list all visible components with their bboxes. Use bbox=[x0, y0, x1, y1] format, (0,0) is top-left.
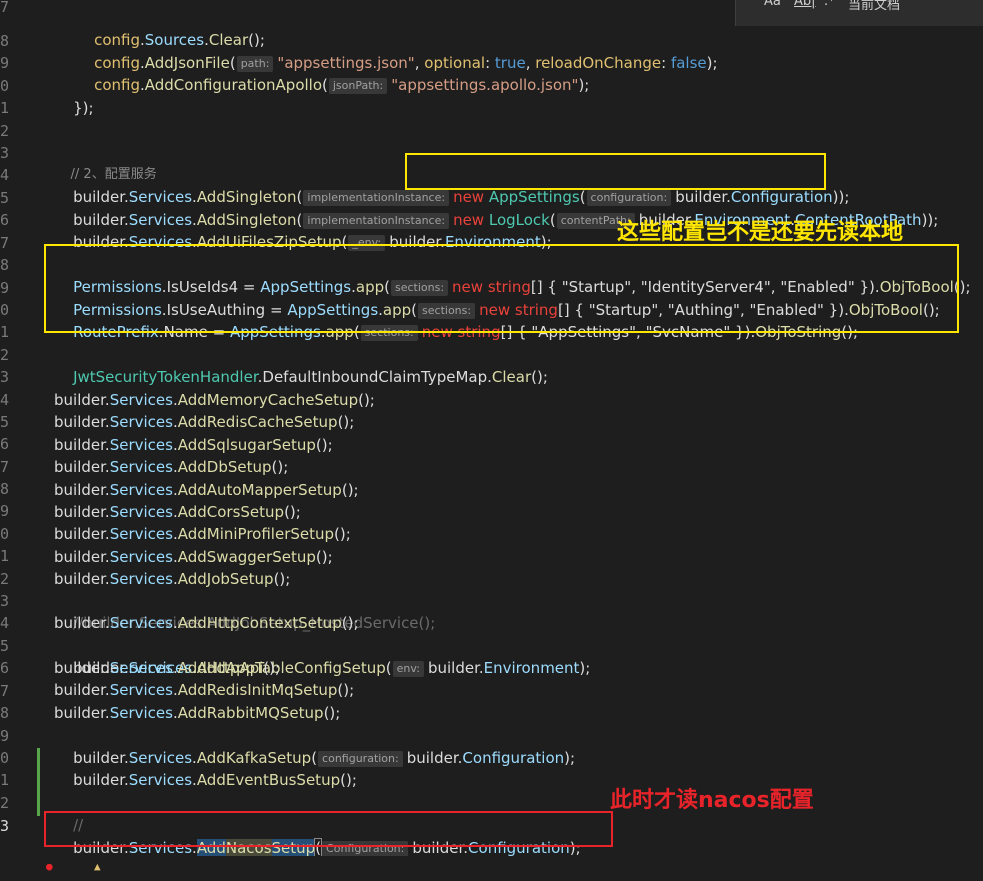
parameter-hint: jsonPath: bbox=[328, 78, 388, 94]
regex-toggle[interactable]: .* bbox=[824, 0, 835, 9]
warning-icon: ▲ bbox=[94, 860, 101, 873]
code-line: builder.Services.AddRedisInitMqSetup(); bbox=[54, 681, 355, 700]
line-number: 3 bbox=[0, 144, 10, 162]
code-line: JwtSecurityTokenHandler.DefaultInboundCl… bbox=[73, 368, 548, 386]
code-line: builder.Services.AddMiniProfilerSetup(); bbox=[54, 525, 351, 544]
bottom-strip bbox=[0, 856, 983, 873]
code-line: builder.Services.AddDbSetup(); bbox=[54, 458, 289, 477]
line-number: 0 bbox=[0, 749, 10, 767]
line-number: 6 bbox=[0, 211, 10, 229]
code-line: config.AddJsonFile(path: "appsettings.jso… bbox=[94, 54, 718, 72]
line-number: 2 bbox=[0, 794, 10, 812]
line-number: 9 bbox=[0, 502, 10, 520]
line-number: 9 bbox=[0, 54, 10, 72]
line-number: 1 bbox=[0, 99, 10, 117]
line-number: 4 bbox=[0, 166, 10, 184]
code-line: builder.Services.AddKafkaSetup(configura… bbox=[73, 749, 576, 767]
error-icon: ● bbox=[46, 860, 53, 873]
code-line: builder.Services.AddCorsSetup(); bbox=[54, 503, 301, 521]
line-number: 4 bbox=[0, 391, 10, 409]
line-number: 0 bbox=[0, 77, 10, 95]
line-number: 5 bbox=[0, 189, 10, 207]
code-line: builder.Services.AddEventBusSetup(); bbox=[73, 771, 357, 789]
line-number: 7 bbox=[0, 234, 10, 252]
line-number: 1 bbox=[0, 547, 10, 565]
code-line: builder.Services.AddUiFilesZipSetup(_env… bbox=[73, 233, 552, 251]
line-number-gutter: 7 8 9 0 1 2 3 4 5 6 7 8 9 0 1 2 3 4 5 6 7 8 9 0 1 2 3 4 5 6 7 8 9 0 1 2 3 bbox=[0, 0, 14, 873]
line-number: 3 bbox=[0, 817, 10, 835]
line-number: 8 bbox=[0, 704, 10, 722]
line-number: 8 bbox=[0, 256, 10, 274]
line-number: 3 bbox=[0, 368, 10, 386]
code-line: config.AddConfigurationApollo(jsonPath: "… bbox=[94, 76, 590, 94]
annotation-red: 此时才读nacos配置 bbox=[610, 788, 814, 813]
line-number: 9 bbox=[0, 727, 10, 745]
match-case-toggle[interactable]: Aa bbox=[764, 0, 781, 9]
line-number: 5 bbox=[0, 413, 10, 431]
annotation-yellow: 这些配置岂不是还要先读本地 bbox=[617, 220, 904, 245]
line-number: 8 bbox=[0, 480, 10, 498]
code-comment: // 2、配置服务 bbox=[70, 167, 157, 182]
search-scope-dropdown[interactable]: 当前文档 bbox=[848, 0, 900, 13]
code-line: builder.Services.AddAutoMapperSetup(); bbox=[54, 480, 359, 499]
code-editor[interactable]: Aa Ab| .* 当前文档 7 8 9 0 1 2 3 4 5 6 7 8 9 0 1 2 3 4 5 6 7 8 9 0 1… bbox=[0, 0, 983, 873]
line-number: 8 bbox=[0, 32, 10, 50]
line-number: 2 bbox=[0, 570, 10, 588]
line-number: 9 bbox=[0, 279, 10, 297]
highlight-box-nacos bbox=[44, 811, 613, 847]
code-line: config.Sources.Clear(); bbox=[94, 31, 265, 49]
change-marker-bar bbox=[37, 748, 40, 816]
line-number: 6 bbox=[0, 435, 10, 453]
code-line: builder.Services.AddMemoryCacheSetup(); bbox=[54, 391, 375, 409]
line-number: 7 bbox=[0, 458, 10, 476]
highlight-box-appsettings bbox=[405, 153, 826, 190]
find-toolbar: Aa Ab| .* 当前文档 bbox=[735, 0, 983, 26]
highlight-box-permissions bbox=[44, 244, 959, 333]
code-line: }); bbox=[73, 99, 94, 117]
line-number: 7 bbox=[0, 0, 10, 16]
code-line: builder.Services.AddHttpContextSetup(); bbox=[54, 614, 359, 632]
code-line: builder.Services.AddSqlsugarSetup(); bbox=[54, 435, 333, 454]
match-whole-word-toggle[interactable]: Ab| bbox=[794, 0, 816, 9]
code-comment: //builder.Services.AddJobSetup_HostedSer… bbox=[73, 614, 436, 632]
code-line: builder.Services.AddJobSetup(); bbox=[54, 570, 291, 589]
line-number: 0 bbox=[0, 301, 10, 319]
line-number: 0 bbox=[0, 525, 10, 543]
line-number: 7 bbox=[0, 682, 10, 700]
line-number: 1 bbox=[0, 323, 10, 341]
code-line: builder.Services.AddRabbitMQSetup(); bbox=[54, 703, 341, 722]
line-number: 2 bbox=[0, 346, 10, 364]
line-number: 6 bbox=[0, 659, 10, 677]
code-line: builder.Services.AddSingleton(implementa… bbox=[73, 211, 939, 229]
line-number: 1 bbox=[0, 771, 10, 789]
line-number: 4 bbox=[0, 614, 10, 632]
line-number: 2 bbox=[0, 122, 10, 140]
code-line: builder.Services.AddAppTableConfigSetup(… bbox=[73, 659, 591, 677]
line-number: 5 bbox=[0, 637, 10, 655]
line-number: 3 bbox=[0, 592, 10, 610]
code-line: builder.Services.AddRedisCacheSetup(); bbox=[54, 413, 355, 432]
code-line: builder.Services.AddHttpApi(); bbox=[54, 659, 281, 677]
code-line: builder.Services.AddSwaggerSetup(); bbox=[54, 547, 333, 566]
